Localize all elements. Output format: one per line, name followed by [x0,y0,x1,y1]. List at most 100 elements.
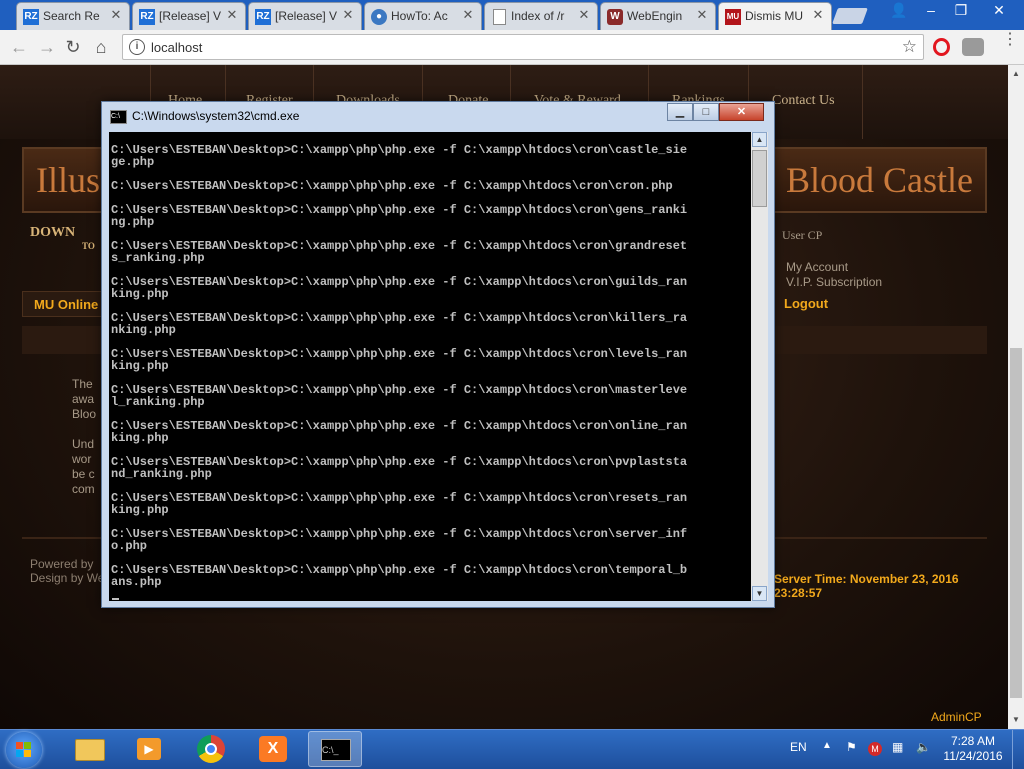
minimize-icon[interactable]: – [916,0,946,20]
tab-index-of[interactable]: Index of /r ✕ [484,2,598,30]
extension-icon[interactable] [962,38,984,56]
console-line: king.php [111,287,169,301]
tab-dismis-mu[interactable]: MU Dismis MU ✕ [718,2,832,30]
server-time: Server Time: November 23, 2016 23:28:57 [774,572,959,600]
address-bar[interactable]: i localhost ☆ [122,34,924,60]
console-line: C:\Users\ESTEBAN\Desktop>C:\xampp\php\ph… [111,419,688,433]
console-cursor [112,598,119,600]
console-line: C:\Users\ESTEBAN\Desktop>C:\xampp\php\ph… [111,527,688,541]
restore-icon[interactable]: ❐ [946,0,976,20]
console-line: C:\Users\ESTEBAN\Desktop>C:\xampp\php\ph… [111,275,688,289]
admincp-link[interactable]: AdminCP [931,710,982,724]
menu-icon[interactable]: ⋮ [1002,32,1018,48]
mega-icon[interactable]: M [868,742,882,756]
vip-subscription-link[interactable]: V.I.P. Subscription [786,275,882,289]
body-text: Und [72,437,95,451]
close-window-icon[interactable]: ✕ [976,0,1022,20]
cmd-maximize-button[interactable]: □ [693,103,719,121]
scrollbar-thumb[interactable] [752,150,767,207]
console-line: o.php [111,539,148,553]
banner-right-text: Blood Castle [786,160,973,200]
webengine-icon: W [607,9,623,25]
close-icon[interactable]: ✕ [225,8,239,22]
download-title: DOWN [30,225,76,240]
powered-by-text: Powered by [30,557,94,571]
scrollbar-thumb[interactable] [1010,348,1022,698]
cmd-close-button[interactable]: ✕ [719,103,764,121]
tab-webengine[interactable]: W WebEngin ✕ [600,2,716,30]
window-controls: 👤 – ❐ ✕ [884,0,1024,20]
console-output[interactable]: C:\Users\ESTEBAN\Desktop>C:\xampp\php\ph… [109,132,751,601]
footer-credits: Powered by Design by We [30,557,104,585]
address-url: localhost [151,40,203,55]
user-icon[interactable]: 👤 [884,0,914,20]
clock-date: 11/24/2016 [943,749,1003,763]
tab-search-results[interactable]: RZ Search Re ✕ [16,2,130,30]
chrome-icon[interactable] [184,731,238,767]
system-clock[interactable]: 7:28 AM 11/24/2016 [938,734,1008,764]
back-icon[interactable]: ← [8,36,30,58]
nav-contact-us[interactable]: Contact Us [772,93,835,109]
cmd-taskbar-button[interactable]: C:\_ [308,731,362,767]
media-player-icon[interactable]: ▶ [122,731,176,767]
download-sub: TO [82,241,95,251]
windows-logo-icon [16,742,32,758]
cmd-title: C:\Windows\system32\cmd.exe [132,109,300,123]
opera-icon[interactable] [933,38,950,56]
xampp-icon[interactable]: X [246,731,300,767]
info-icon[interactable]: i [129,39,145,55]
scroll-up-icon[interactable]: ▲ [1008,67,1024,81]
close-icon[interactable]: ✕ [341,8,355,22]
close-icon[interactable]: ✕ [695,8,709,22]
show-hidden-icons-icon[interactable]: ▲ [822,740,832,751]
start-button[interactable] [6,732,42,768]
logout-link[interactable]: Logout [784,296,828,311]
tab-release-2[interactable]: RZ [Release] V ✕ [248,2,362,30]
tab-howto[interactable]: ● HowTo: Ac ✕ [364,2,482,30]
console-line: king.php [111,503,169,517]
globe-icon: ● [371,9,387,25]
close-icon[interactable]: ✕ [461,8,475,22]
action-center-icon[interactable]: ⚑ [846,740,857,754]
tab-release-1[interactable]: RZ [Release] V ✕ [132,2,246,30]
close-icon[interactable]: ✕ [109,8,123,22]
scroll-up-icon[interactable]: ▲ [752,132,767,147]
download-box[interactable]: DOWN TO [30,225,95,251]
console-line: C:\Users\ESTEBAN\Desktop>C:\xampp\php\ph… [111,203,688,217]
tab-label: [Release] V [275,9,337,23]
language-indicator[interactable]: EN [790,740,807,754]
page-scrollbar[interactable]: ▲ ▼ [1008,65,1024,729]
console-line: king.php [111,431,169,445]
close-icon[interactable]: ✕ [811,8,825,22]
my-account-link[interactable]: My Account [786,260,848,274]
home-icon[interactable]: ⌂ [90,36,112,58]
cmd-window[interactable]: C:\ C:\Windows\system32\cmd.exe ▁ □ ✕ C:… [101,101,775,608]
close-icon[interactable]: ✕ [577,8,591,22]
tab-label: [Release] V [159,9,221,23]
cmd-minimize-button[interactable]: ▁ [667,103,693,121]
cmd-scrollbar[interactable]: ▲ ▼ [751,132,768,601]
network-icon[interactable]: ▦ [892,740,903,754]
forward-icon[interactable]: → [36,36,58,58]
rz-icon: RZ [139,9,155,25]
console-line: s_ranking.php [111,251,205,265]
console-line: C:\Users\ESTEBAN\Desktop>C:\xampp\php\ph… [111,179,673,193]
scroll-down-icon[interactable]: ▼ [752,586,767,601]
explorer-icon[interactable] [62,731,116,767]
show-desktop-button[interactable] [1012,730,1024,769]
rz-icon: RZ [23,9,39,25]
console-line: C:\Users\ESTEBAN\Desktop>C:\xampp\php\ph… [111,491,688,505]
bookmark-star-icon[interactable]: ☆ [902,37,917,57]
console-line: C:\Users\ESTEBAN\Desktop>C:\xampp\php\ph… [111,563,688,577]
browser-toolbar: ← → ↻ ⌂ i localhost ☆ ⋮ [0,30,1024,65]
console-line: ans.php [111,575,162,589]
reload-icon[interactable]: ↻ [62,36,84,58]
console-line: C:\Users\ESTEBAN\Desktop>C:\xampp\php\ph… [111,143,688,157]
volume-icon[interactable]: 🔈 [916,740,931,754]
body-text: wor [72,452,92,466]
console-line: l_ranking.php [111,395,205,409]
new-tab-button[interactable] [832,8,868,24]
console-line: king.php [111,359,169,373]
scroll-down-icon[interactable]: ▼ [1008,713,1024,727]
taskbar: ▶ X C:\_ EN ▲ ⚑ M ▦ 🔈 7:28 AM 11/24/2016 [0,729,1024,769]
